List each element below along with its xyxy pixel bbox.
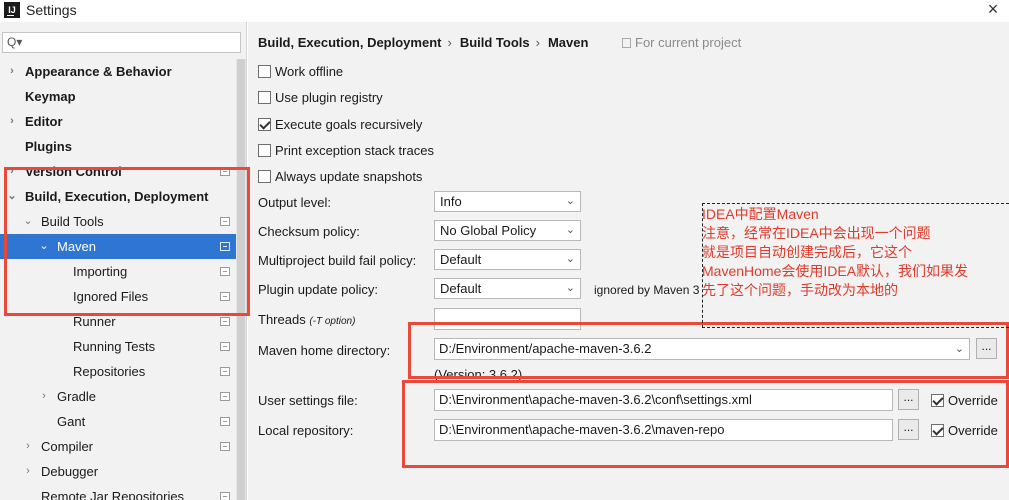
chevron-down-icon: ⌄: [565, 253, 575, 265]
sidebar-item-label: Repositories: [73, 364, 146, 379]
sidebar-item-debugger[interactable]: › Debugger: [0, 459, 236, 484]
chevron-down-icon: ⌄: [565, 195, 575, 207]
sidebar-item-repositories[interactable]: Repositories: [0, 359, 236, 384]
chevron-right-icon[interactable]: ›: [6, 59, 18, 84]
annotation-note-text: IDEA中配置Maven 注意，经常在IDEA中会出现一个问题 就是项目自动创建…: [702, 205, 968, 300]
project-scope-icon: [622, 38, 631, 48]
project-scope-icon: [220, 442, 230, 451]
annotation-highlight-sidebar: [4, 167, 250, 316]
sidebar-item-editor[interactable]: › Editor: [0, 109, 236, 134]
sidebar-item-running-tests[interactable]: Running Tests: [0, 334, 236, 359]
sidebar-item-label: Gradle: [57, 389, 97, 404]
execute-goals-checkbox[interactable]: [258, 118, 271, 131]
output-level-label: Output level:: [258, 195, 331, 210]
checksum-policy-select[interactable]: No Global Policy ⌄: [434, 220, 581, 241]
always-update-row[interactable]: Always update snapshots: [258, 168, 422, 186]
sidebar-item-label: Appearance & Behavior: [25, 64, 172, 79]
user-settings-label: User settings file:: [258, 393, 358, 408]
work-offline-row[interactable]: Work offline: [258, 63, 343, 81]
multiproject-fail-select[interactable]: Default ⌄: [434, 249, 581, 270]
annotation-line: 就是项目自动创建完成后，它这个: [702, 244, 912, 260]
plugin-registry-row[interactable]: Use plugin registry: [258, 89, 383, 107]
sidebar-item-gant[interactable]: Gant: [0, 409, 236, 434]
project-scope-icon: [220, 392, 230, 401]
breadcrumb-separator: ›: [447, 35, 452, 50]
chevron-down-icon: ⌄: [565, 224, 575, 236]
project-scope-icon: [220, 492, 230, 500]
sidebar-item-remote-jar-repositories[interactable]: Remote Jar Repositories: [0, 484, 236, 500]
plugin-registry-checkbox[interactable]: [258, 91, 271, 104]
chevron-down-icon: ⌄: [565, 282, 575, 294]
annotation-line: 注意，经常在IDEA中会出现一个问题: [702, 225, 931, 241]
breadcrumb-item: Maven: [547, 35, 589, 50]
work-offline-label: Work offline: [275, 64, 344, 79]
plugin-registry-label: Use plugin registry: [275, 90, 383, 105]
plugin-update-note: ignored by Maven 3: [594, 283, 700, 297]
breadcrumb-item: Build, Execution, Deployment: [258, 35, 442, 50]
plugin-update-label: Plugin update policy:: [258, 282, 378, 297]
sidebar-item-plugins[interactable]: Plugins: [0, 134, 236, 159]
annotation-line: MavenHome会使用IDEA默认，我们如果发: [702, 263, 969, 279]
multiproject-fail-label: Multiproject build fail policy:: [258, 253, 417, 268]
always-update-checkbox[interactable]: [258, 170, 271, 183]
threads-label: Threads: [258, 312, 306, 327]
sidebar-item-gradle[interactable]: › Gradle: [0, 384, 236, 409]
multiproject-fail-value: Default: [440, 252, 482, 267]
annotation-highlight-maven-home: [408, 322, 1009, 379]
sidebar-item-label: Remote Jar Repositories: [41, 489, 185, 500]
print-exception-label: Print exception stack traces: [275, 143, 434, 158]
sidebar-item-appearance-behavior[interactable]: › Appearance & Behavior: [0, 59, 236, 84]
plugin-update-select[interactable]: Default ⌄: [434, 278, 581, 299]
sidebar-item-label: Compiler: [41, 439, 94, 454]
sidebar-item-label: Gant: [57, 414, 86, 429]
output-level-value: Info: [440, 194, 462, 209]
print-exception-row[interactable]: Print exception stack traces: [258, 142, 434, 160]
plugin-update-value: Default: [440, 281, 482, 296]
annotation-line: IDEA中配置Maven: [702, 206, 819, 222]
sidebar-item-keymap[interactable]: Keymap: [0, 84, 236, 109]
project-scope-icon: [220, 317, 230, 326]
search-icon: Q▾: [7, 35, 23, 49]
work-offline-checkbox[interactable]: [258, 65, 271, 78]
threads-hint: (-T option): [309, 316, 356, 327]
output-level-select[interactable]: Info ⌄: [434, 191, 581, 212]
execute-goals-row[interactable]: Execute goals recursively: [258, 116, 422, 134]
sidebar-item-label: Debugger: [41, 464, 99, 479]
project-scope-icon: [220, 342, 230, 351]
threads-label-group: Threads (-T option): [258, 312, 355, 327]
checksum-policy-label: Checksum policy:: [258, 224, 360, 239]
window-titlebar: IJ Settings ×: [0, 0, 1009, 22]
annotation-line: 先了这个问题，手动改为本地的: [702, 282, 898, 298]
chevron-right-icon[interactable]: ›: [22, 434, 34, 459]
breadcrumb: Build, Execution, Deployment › Build Tools…: [258, 35, 594, 50]
sidebar-item-label: Editor: [25, 114, 63, 129]
chevron-right-icon[interactable]: ›: [38, 384, 50, 409]
execute-goals-label: Execute goals recursively: [275, 117, 423, 132]
for-current-project-label: For current project: [635, 35, 742, 50]
annotation-highlight-settings: [402, 380, 1009, 468]
settings-search-box[interactable]: Q▾: [2, 32, 241, 53]
for-current-project: For current project: [622, 35, 741, 50]
chevron-right-icon[interactable]: ›: [6, 109, 18, 134]
chevron-right-icon[interactable]: ›: [22, 459, 34, 484]
intellij-app-icon: IJ: [4, 2, 20, 18]
settings-search-input[interactable]: [25, 34, 235, 51]
project-scope-icon: [220, 367, 230, 376]
print-exception-checkbox[interactable]: [258, 144, 271, 157]
sidebar-item-compiler[interactable]: › Compiler: [0, 434, 236, 459]
local-repository-label: Local repository:: [258, 423, 354, 438]
close-icon[interactable]: ×: [983, 0, 1003, 20]
checksum-policy-value: No Global Policy: [440, 223, 537, 238]
breadcrumb-separator: ›: [535, 35, 540, 50]
always-update-label: Always update snapshots: [275, 169, 423, 184]
maven-home-label: Maven home directory:: [258, 343, 391, 358]
project-scope-icon: [220, 417, 230, 426]
breadcrumb-item: Build Tools: [459, 35, 530, 50]
sidebar-item-label: Keymap: [25, 89, 76, 104]
window-title: Settings: [26, 2, 77, 18]
sidebar-item-label: Plugins: [25, 139, 72, 154]
sidebar-item-label: Running Tests: [73, 339, 156, 354]
